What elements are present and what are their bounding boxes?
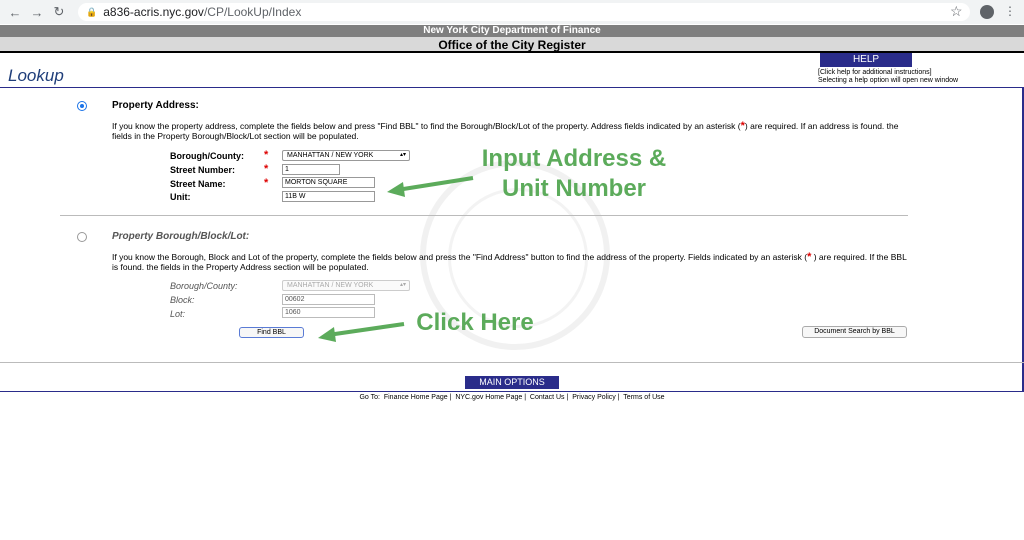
property-bbl-title: Property Borough/Block/Lot:: [112, 231, 250, 242]
annotation-line1: Input Address &: [481, 145, 667, 172]
footer-links: Go To: Finance Home Page | NYC.gov Home …: [359, 394, 665, 401]
department-banner: New York City Department of Finance: [0, 25, 1024, 37]
bbl-desc-text-1: If you know the Borough, Block and Lot o…: [112, 252, 808, 262]
profile-avatar-icon[interactable]: [980, 5, 994, 19]
help-note: [Click help for additional instructions]…: [818, 69, 958, 85]
annotation-arrow-icon: [318, 322, 405, 342]
find-bbl-button[interactable]: Find BBL: [239, 327, 304, 338]
forward-icon[interactable]: →: [26, 5, 48, 20]
street-name-label: Street Name:: [170, 179, 226, 189]
street-number-label: Street Number:: [170, 165, 236, 175]
borough-label: Borough/County:: [170, 151, 244, 161]
bbl-borough-select[interactable]: MANHATTAN / NEW YORK ▴▾: [282, 280, 410, 291]
block-input[interactable]: 00602: [282, 294, 375, 305]
click-here-annotation: Click Here: [416, 309, 534, 336]
help-note-line2: Selecting a help option will open new wi…: [818, 77, 959, 84]
address-bar[interactable]: 🔒 a836-acris.nyc.gov/CP/LookUp/Index: [78, 3, 970, 21]
required-asterisk: *: [264, 163, 269, 175]
borough-select-value: MANHATTAN / NEW YORK: [287, 152, 374, 159]
bbl-borough-select-value: MANHATTAN / NEW YORK: [287, 282, 374, 289]
reload-icon[interactable]: ↻: [48, 4, 70, 20]
required-asterisk: *: [264, 177, 269, 189]
property-bbl-description: If you know the Borough, Block and Lot o…: [112, 252, 912, 273]
url-path: /CP/LookUp/Index: [203, 5, 302, 19]
page-title: Lookup: [8, 66, 64, 85]
annotation-arrow-icon: [387, 176, 474, 197]
footer-link-contact[interactable]: Contact Us: [530, 394, 565, 401]
annotation-line2: Unit Number: [502, 175, 646, 202]
main-options-button[interactable]: MAIN OPTIONS: [465, 376, 559, 389]
footer-link-finance[interactable]: Finance Home Page: [384, 394, 448, 401]
select-caret-icon: ▴▾: [399, 282, 406, 288]
borough-select[interactable]: MANHATTAN / NEW YORK ▴▾: [282, 150, 410, 161]
property-address-description: If you know the property address, comple…: [112, 121, 912, 142]
panel-bottom-divider: [0, 362, 1024, 363]
select-caret-icon: ▴▾: [399, 152, 406, 158]
footer-link-nycgov[interactable]: NYC.gov Home Page: [455, 394, 522, 401]
input-address-annotation: Input Address & Unit Number: [465, 144, 683, 204]
menu-kebab-icon[interactable]: ⋮: [1004, 4, 1016, 18]
unit-label: Unit:: [170, 192, 191, 202]
section-divider: [60, 215, 908, 216]
footer-link-terms[interactable]: Terms of Use: [623, 394, 664, 401]
lot-label: Lot:: [170, 309, 186, 319]
required-asterisk: *: [264, 149, 269, 161]
property-address-radio[interactable]: [77, 101, 87, 111]
street-name-input[interactable]: MORTON SQUARE: [282, 177, 375, 188]
document-search-by-bbl-button[interactable]: Document Search by BBL: [802, 326, 907, 338]
browser-toolbar: ← → ↻ 🔒 a836-acris.nyc.gov/CP/LookUp/Ind…: [0, 0, 1024, 24]
url-host: a836-acris.nyc.gov: [103, 5, 204, 19]
street-number-input[interactable]: 1: [282, 164, 340, 175]
office-header: Office of the City Register: [0, 37, 1024, 53]
lot-input[interactable]: 1060: [282, 307, 375, 318]
footer-link-privacy[interactable]: Privacy Policy: [572, 394, 616, 401]
lock-icon[interactable]: 🔒: [86, 7, 97, 18]
footer-goto: Go To:: [359, 394, 380, 401]
property-address-title: Property Address:: [112, 100, 199, 111]
help-note-line1: [Click help for additional instructions]: [818, 69, 932, 76]
back-icon[interactable]: ←: [4, 5, 26, 20]
help-button[interactable]: HELP: [820, 53, 912, 67]
property-bbl-radio[interactable]: [77, 232, 87, 242]
bookmark-star-icon[interactable]: ☆: [950, 3, 963, 20]
unit-input[interactable]: 11B W: [282, 191, 375, 202]
block-label: Block:: [170, 295, 195, 305]
bbl-borough-label: Borough/County:: [170, 281, 238, 291]
desc-text-1: If you know the property address, comple…: [112, 121, 741, 131]
